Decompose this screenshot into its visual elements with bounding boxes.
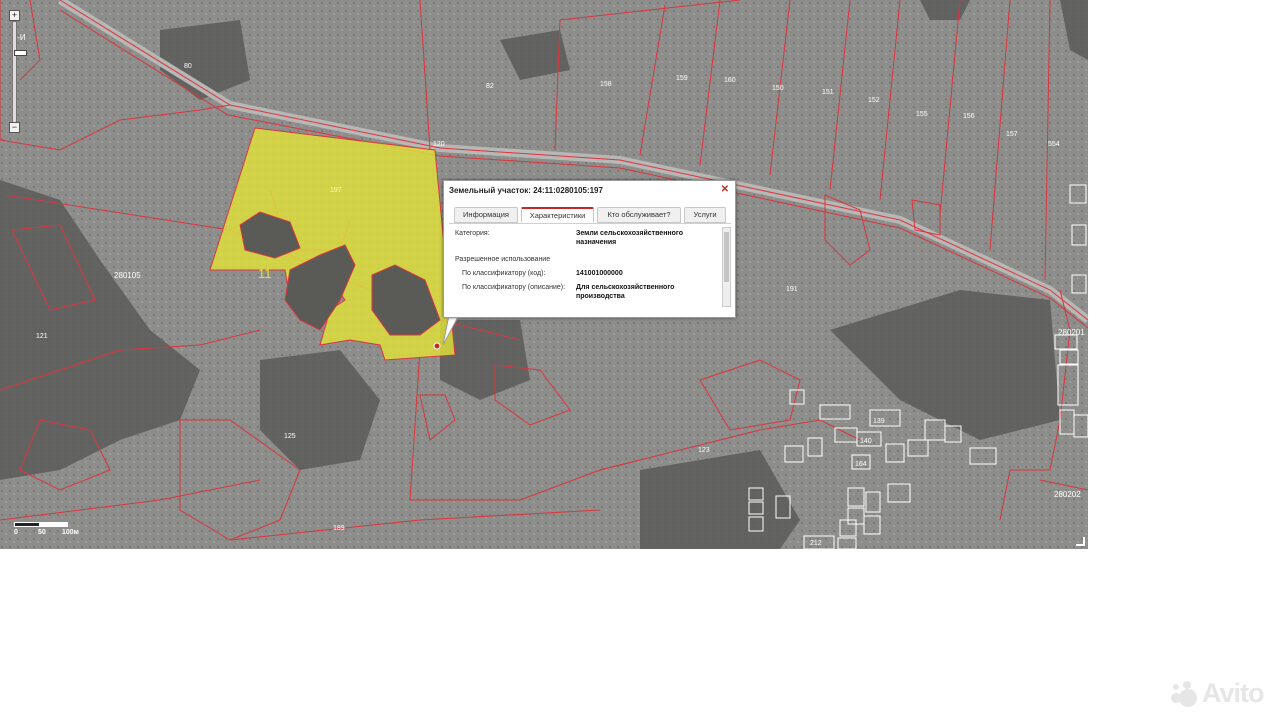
parcel-label: 156 [963, 113, 975, 120]
scale-bar: 0 50 100м [14, 520, 84, 540]
category-label: Категория: [455, 230, 490, 237]
tab-information[interactable]: Информация [454, 207, 518, 223]
category-value: Земли сельскохозяйственного назначения [576, 230, 684, 246]
avito-watermark: Avito [1170, 678, 1270, 714]
zoom-out-button[interactable]: − [9, 122, 20, 133]
region-label: 280202 [1054, 490, 1081, 499]
scale-label: 0 [14, 529, 18, 536]
avito-wordmark: Avito [1202, 678, 1264, 708]
location-marker [433, 342, 441, 350]
zoom-slider[interactable] [12, 21, 27, 123]
parcel-label: 164 [855, 461, 867, 468]
parcel-label: 140 [860, 438, 872, 445]
permitted-use-label: Разрешенное использование [455, 256, 551, 263]
resize-handle[interactable] [1076, 537, 1085, 546]
parcel-label: 121 [36, 333, 48, 340]
parcel-info-popup: Земельный участок: 24:11:0280105:197 ✕ И… [443, 180, 736, 318]
scale-segment-2 [40, 522, 68, 527]
parcel-label: 212 [810, 540, 822, 547]
popup-scrollbar[interactable] [722, 227, 731, 307]
tab-characteristics[interactable]: Характеристики [521, 207, 594, 223]
classifier-desc-value: Для сельскохозяйственного производства [576, 284, 675, 300]
region-label: 280105 [114, 271, 141, 280]
scrollbar-thumb[interactable] [724, 232, 729, 282]
scale-label: 50 [38, 529, 46, 536]
avito-logo-icon [1171, 681, 1197, 707]
parcel-label: 82 [486, 83, 494, 90]
parcel-label: 151 [822, 89, 834, 96]
scale-segment-1 [14, 522, 40, 527]
parcel-label: 159 [676, 75, 688, 82]
parcel-label: 197 [330, 187, 342, 194]
zoom-control[interactable]: + − [6, 8, 27, 134]
parcel-label: 123 [698, 447, 710, 454]
classifier-desc-label: По классификатору (описание): [462, 284, 566, 291]
parcel-label: 152 [868, 97, 880, 104]
scale-label: 100м [62, 529, 79, 536]
parcel-label: 120 [433, 141, 445, 148]
classifier-code-label: По классификатору (код): [462, 270, 546, 277]
parcel-label: 160 [724, 77, 736, 84]
tab-services[interactable]: Услуги [684, 207, 726, 223]
close-icon[interactable]: ✕ [721, 184, 729, 195]
classifier-code-value: 141001000000 [576, 270, 623, 277]
parcel-label: 150 [772, 85, 784, 92]
parcel-label: 554 [1048, 141, 1060, 148]
popup-pointer [443, 315, 460, 346]
zoom-in-button[interactable]: + [9, 10, 20, 21]
parcel-label: 139 [873, 418, 885, 425]
region-label: 280201 [1058, 328, 1085, 337]
parcel-label: 125 [284, 433, 296, 440]
highlight-number: 11 [258, 266, 272, 281]
parcel-label: 158 [600, 81, 612, 88]
zoom-slider-knob[interactable] [14, 50, 27, 56]
popup-title: Земельный участок: 24:11:0280105:197 [449, 186, 603, 195]
parcel-label: 155 [916, 111, 928, 118]
parcel-label: 191 [786, 286, 798, 293]
tab-who-serves[interactable]: Кто обслуживает? [597, 207, 681, 223]
parcel-label: 80 [184, 63, 192, 70]
parcel-label: 157 [1006, 131, 1018, 138]
popup-content: Категория: Земли сельскохозяйственного н… [449, 223, 731, 310]
parcel-label: 189 [333, 525, 345, 532]
